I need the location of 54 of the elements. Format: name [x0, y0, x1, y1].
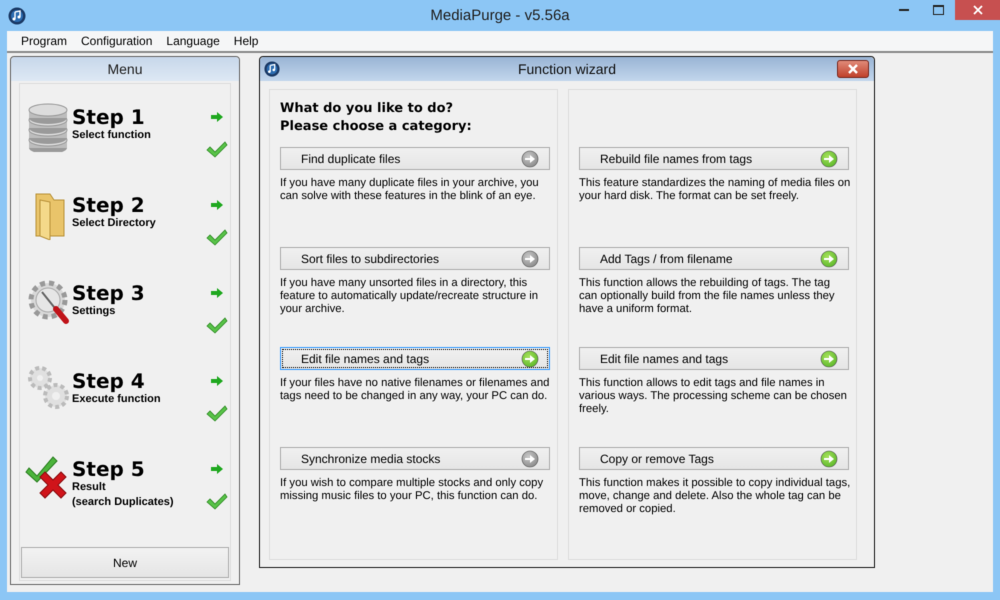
- new-button[interactable]: New: [21, 547, 229, 578]
- check-icon: [206, 317, 228, 335]
- heading-text: What do you like to do?: [280, 100, 454, 118]
- function-button[interactable]: Edit file names and tags: [280, 347, 550, 370]
- check-icon: [206, 405, 228, 423]
- arrow-icon: [210, 463, 224, 475]
- window-title: MediaPurge - v5.56a: [430, 7, 570, 24]
- step-title: Step 1: [72, 106, 146, 128]
- function-button[interactable]: Edit file names and tags: [579, 347, 849, 370]
- description-text: This feature standardizes the naming of media files on your hard disk. The format can be set freely.: [579, 177, 851, 203]
- step-subtitle: Select Directory: [72, 216, 157, 231]
- close-button[interactable]: [955, 0, 1000, 20]
- close-icon: [847, 64, 859, 74]
- description-text: If you have many unsorted files in a directory, this feature to automatically update/recreate structure in your archive.: [280, 277, 540, 316]
- function-button[interactable]: Sort files to subdirectories: [280, 247, 550, 270]
- app-icon: [8, 6, 26, 24]
- close-button[interactable]: [837, 60, 869, 78]
- step-subtitle: Result (search Duplicates): [72, 480, 174, 510]
- step-title: Step 3: [72, 282, 146, 304]
- minimize-icon: [899, 9, 909, 11]
- check-icon: [206, 493, 228, 511]
- step-subtitle: Settings: [72, 304, 116, 319]
- step-title: Step 2: [72, 194, 146, 216]
- description-text: This function allows the rebuilding of tags. The tag can optionally build from the file names unless they have a uniform format.: [579, 277, 836, 316]
- description-text: If your files have no native filenames or filenames and tags need to be changed in any way, your PC can do.: [280, 377, 550, 403]
- menu-item[interactable]: Configuration: [74, 34, 160, 48]
- description-text: If you wish to compare multiple stocks and only copy missing music files to your PC, this function can do.: [280, 477, 544, 503]
- step-title: Step 5: [72, 458, 146, 480]
- function-button[interactable]: Add Tags / from filename: [579, 247, 849, 270]
- arrow-icon: [210, 287, 224, 299]
- dialog-title: Function wizard: [518, 61, 616, 77]
- close-icon: [972, 5, 982, 15]
- check-icon: [206, 229, 228, 247]
- menu-item[interactable]: Help: [226, 34, 266, 48]
- app-icon: [264, 61, 280, 77]
- menu-item[interactable]: Language: [159, 34, 227, 48]
- arrow-icon: [210, 375, 224, 387]
- description-text: This function makes it possible to copy individual tags, move, change and delete. Also the whole tag can be removed or copied.: [579, 477, 851, 516]
- step-title: Step 4: [72, 370, 146, 392]
- step-subtitle: Select function: [72, 128, 152, 143]
- check-icon: [206, 141, 228, 159]
- function-button[interactable]: Rebuild file names from tags: [579, 147, 849, 170]
- arrow-icon: [210, 199, 224, 211]
- function-button[interactable]: Synchronize media stocks: [280, 447, 550, 470]
- arrow-icon: [210, 111, 224, 123]
- menu-item[interactable]: Program: [14, 34, 74, 48]
- function-button[interactable]: Copy or remove Tags: [579, 447, 849, 470]
- description-text: This function allows to edit tags and file names in various ways. The processing scheme can be chosen freely.: [579, 377, 848, 416]
- step-subtitle: Execute function: [72, 392, 162, 407]
- description-text: If you have many duplicate files in your archive, you can solve with these features in the blink of an eye.: [280, 177, 540, 203]
- panel-title: Menu: [11, 57, 239, 81]
- maximize-icon: [932, 5, 944, 15]
- heading-text: Please choose a category:: [280, 118, 473, 136]
- function-button[interactable]: Find duplicate files: [280, 147, 550, 170]
